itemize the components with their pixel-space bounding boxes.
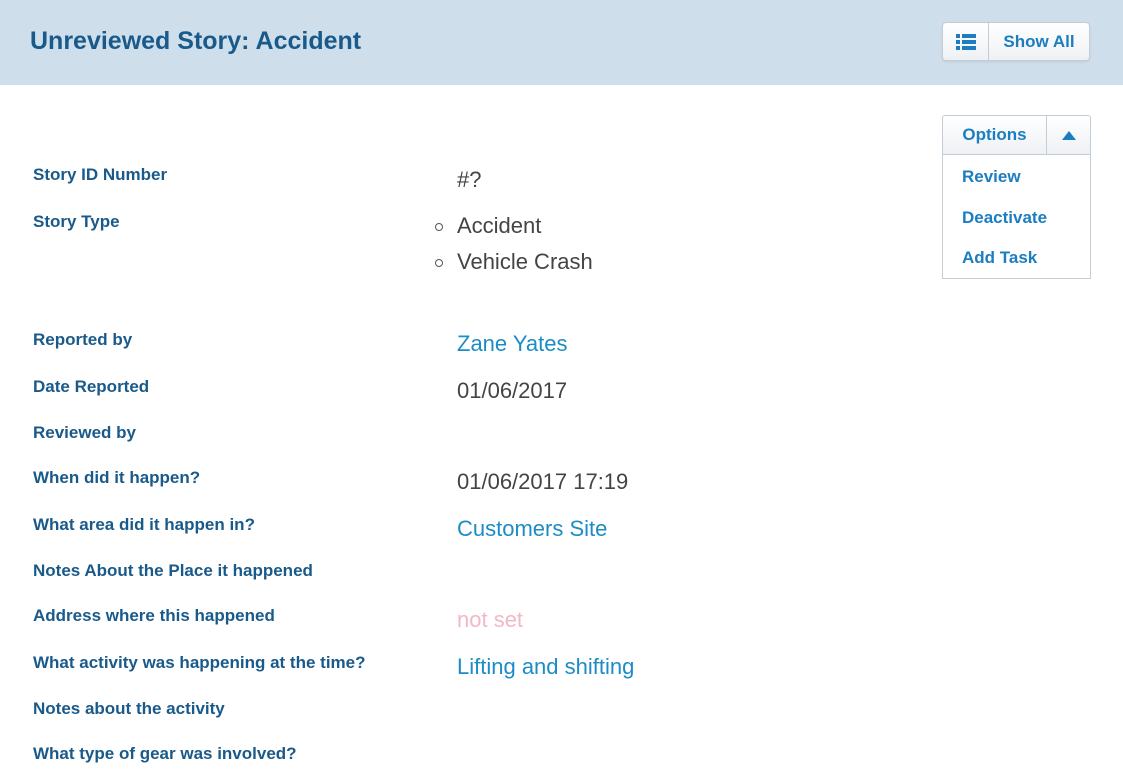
activity-label: What activity was happening at the time? — [33, 653, 366, 672]
place-notes-label: Notes About the Place it happened — [33, 561, 313, 580]
show-all-label: Show All — [1003, 31, 1075, 51]
date-reported-value: 01/06/2017 — [457, 378, 568, 403]
story-id-value: #? — [457, 167, 482, 192]
reported-by-link[interactable]: Zane Yates — [457, 331, 567, 357]
when-value: 01/06/2017 17:19 — [457, 469, 629, 494]
reviewed-by-label: Reviewed by — [33, 423, 136, 442]
caret-up-icon[interactable] — [1047, 116, 1090, 154]
options-menu: Review Deactivate Add Task — [942, 155, 1091, 279]
reported-by-label: Reported by — [33, 330, 133, 349]
options-label: Options — [943, 116, 1047, 154]
story-id-label: Story ID Number — [33, 165, 168, 184]
show-all-button[interactable]: Show All — [942, 22, 1090, 61]
area-label: What area did it happen in? — [33, 515, 255, 534]
address-label: Address where this happened — [33, 606, 275, 625]
bullet-icon — [435, 259, 443, 267]
options-dropdown-button[interactable]: Options — [942, 115, 1091, 155]
area-link[interactable]: Customers Site — [457, 516, 607, 542]
story-type-value: Accident — [457, 213, 542, 238]
menu-item-review[interactable]: Review — [962, 167, 1021, 187]
activity-notes-label: Notes about the activity — [33, 699, 225, 718]
bullet-icon — [435, 223, 443, 231]
menu-item-deactivate[interactable]: Deactivate — [962, 208, 1047, 228]
activity-link[interactable]: Lifting and shifting — [457, 654, 634, 680]
list-icon — [943, 23, 989, 60]
date-reported-label: Date Reported — [33, 377, 150, 396]
page-title: Unreviewed Story: Accident — [30, 27, 362, 55]
gear-label: What type of gear was involved? — [33, 744, 297, 763]
story-type-label: Story Type — [33, 212, 120, 231]
when-label: When did it happen? — [33, 468, 201, 487]
story-type-value: Vehicle Crash — [457, 249, 593, 274]
menu-item-add-task[interactable]: Add Task — [962, 248, 1037, 268]
address-value: not set — [457, 607, 524, 632]
